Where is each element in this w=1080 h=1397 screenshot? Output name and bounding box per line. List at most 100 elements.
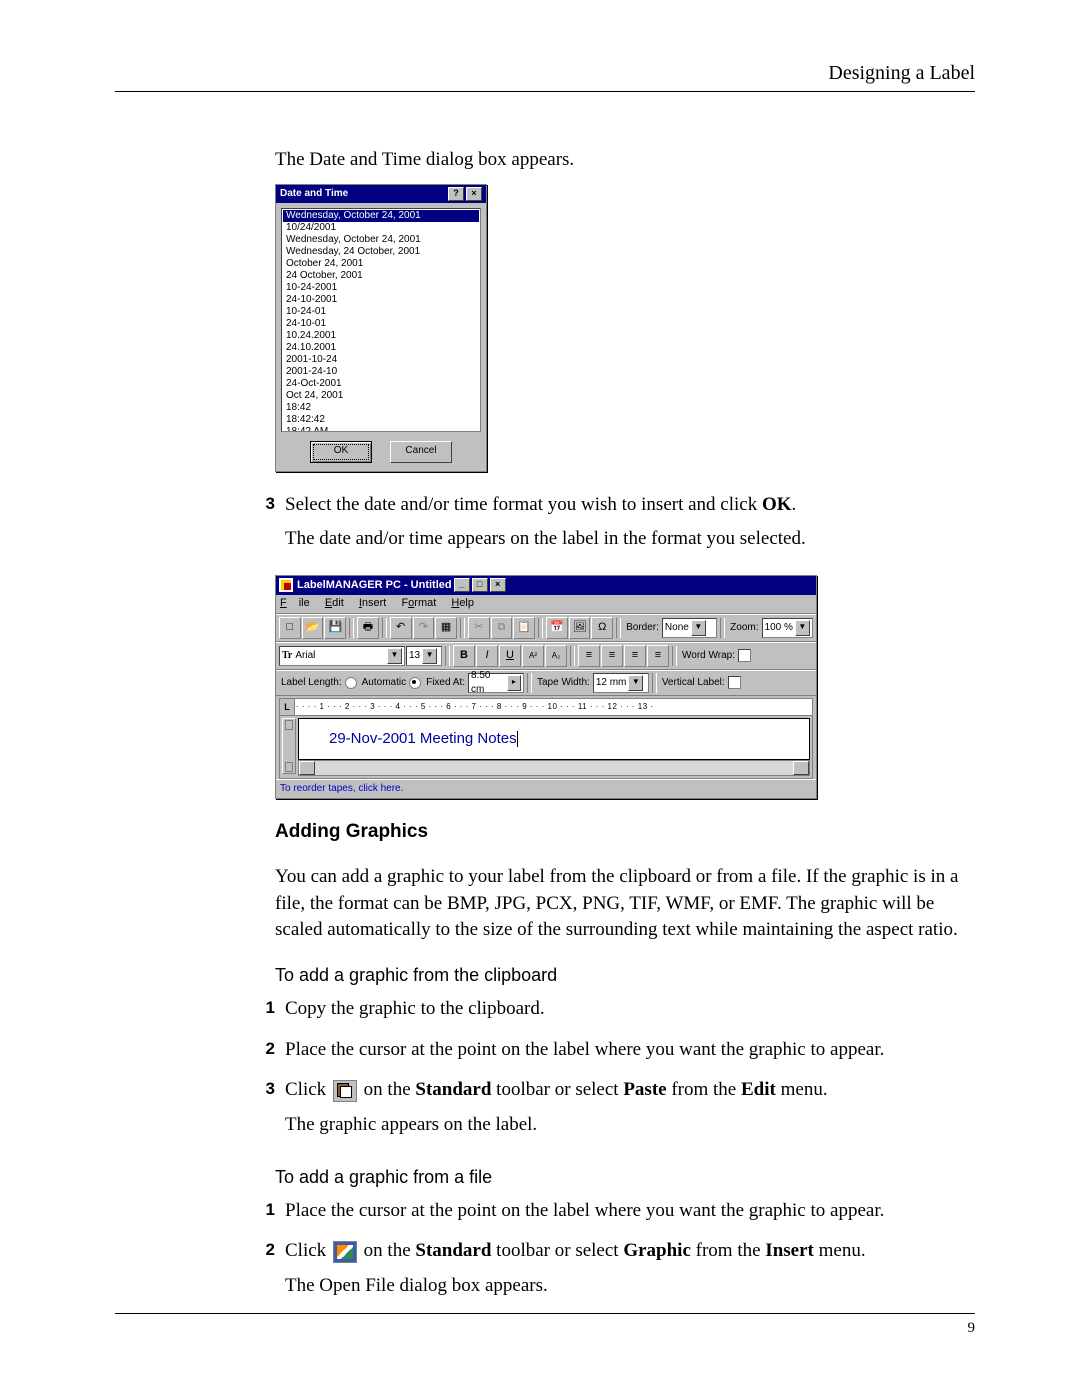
label-toolbar: Label Length: Automatic Fixed At: 8.50 c… bbox=[276, 670, 816, 696]
list-item[interactable]: 10-24-01 bbox=[283, 306, 479, 318]
vertical-label: Vertical Label: bbox=[660, 676, 727, 690]
list-item[interactable]: Wednesday, October 24, 2001 bbox=[283, 210, 479, 222]
italic-icon[interactable]: I bbox=[476, 645, 498, 667]
list-item[interactable]: Wednesday, October 24, 2001 bbox=[283, 234, 479, 246]
list-item[interactable]: 18:42 bbox=[283, 402, 479, 414]
section-para: You can add a graphic to your label from… bbox=[275, 864, 975, 944]
list-item[interactable]: 10/24/2001 bbox=[283, 222, 479, 234]
format-toolbar: TrArial▼ 13▼ B I U A² A₂ ≡ ≡ ≡ ≡ Word Wr… bbox=[276, 642, 816, 670]
list-item[interactable]: 2001-24-10 bbox=[283, 366, 479, 378]
paste-icon bbox=[333, 1080, 357, 1102]
close-icon[interactable]: × bbox=[466, 187, 482, 201]
horizontal-scrollbar[interactable] bbox=[298, 760, 810, 776]
menu-file[interactable]: File bbox=[280, 596, 310, 611]
step-2: 2 Place the cursor at the point on the l… bbox=[247, 1037, 975, 1072]
align-center-icon[interactable]: ≡ bbox=[601, 645, 623, 667]
list-item[interactable]: October 24, 2001 bbox=[283, 258, 479, 270]
superscript-icon[interactable]: A² bbox=[522, 645, 544, 667]
underline-icon[interactable]: U bbox=[499, 645, 521, 667]
section-heading: Adding Graphics bbox=[275, 819, 975, 846]
graphic-icon[interactable]: 🖼 bbox=[569, 617, 591, 639]
list-item[interactable]: Oct 24, 2001 bbox=[283, 390, 479, 402]
list-item[interactable]: 24-Oct-2001 bbox=[283, 378, 479, 390]
step-result: The date and/or time appears on the labe… bbox=[285, 526, 975, 553]
close-icon[interactable]: × bbox=[490, 578, 506, 592]
ruler-origin: L bbox=[280, 699, 295, 715]
align-left-icon[interactable]: ≡ bbox=[578, 645, 600, 667]
step-1: 1 Place the cursor at the point on the l… bbox=[247, 1198, 975, 1233]
new-icon[interactable]: □ bbox=[279, 617, 301, 639]
menu-help[interactable]: Help bbox=[451, 596, 474, 611]
font-combo[interactable]: TrArial▼ bbox=[279, 646, 405, 666]
label-canvas[interactable]: 29-Nov-2001 Meeting Notes bbox=[298, 718, 810, 760]
zoom-combo[interactable]: 100 %▼ bbox=[762, 618, 813, 638]
list-item[interactable]: 24.10.2001 bbox=[283, 342, 479, 354]
menu-edit[interactable]: Edit bbox=[325, 596, 344, 611]
ok-button[interactable]: OK bbox=[310, 441, 372, 463]
list-item[interactable]: Wednesday, 24 October, 2001 bbox=[283, 246, 479, 258]
menu-insert[interactable]: Insert bbox=[359, 596, 387, 611]
list-item[interactable]: 24-10-01 bbox=[283, 318, 479, 330]
fixed-radio[interactable] bbox=[409, 677, 421, 689]
list-item[interactable]: 2001-10-24 bbox=[283, 354, 479, 366]
label-area: 29-Nov-2001 Meeting Notes bbox=[279, 716, 813, 779]
cancel-button[interactable]: Cancel bbox=[390, 441, 452, 463]
list-item[interactable]: 24 October, 2001 bbox=[283, 270, 479, 282]
window-titlebar: LabelMANAGER PC - Untitled _ □ × bbox=[276, 576, 816, 595]
window-title: LabelMANAGER PC - Untitled bbox=[297, 578, 452, 593]
auto-radio[interactable] bbox=[345, 677, 357, 689]
format-listbox[interactable]: Wednesday, October 24, 2001 10/24/2001 W… bbox=[281, 208, 481, 432]
subscript-icon[interactable]: A₂ bbox=[545, 645, 567, 667]
cut-icon[interactable]: ✂ bbox=[468, 617, 490, 639]
step-1: 1 Copy the graphic to the clipboard. bbox=[247, 996, 975, 1031]
intro-text: The Date and Time dialog box appears. bbox=[275, 147, 975, 174]
step-3: 3 Select the date and/or time format you… bbox=[247, 492, 975, 561]
labelmanager-window: LabelMANAGER PC - Untitled _ □ × File Ed… bbox=[275, 575, 817, 799]
list-item[interactable]: 10-24-2001 bbox=[283, 282, 479, 294]
tool-icon[interactable]: ▦ bbox=[435, 617, 457, 639]
header-title: Designing a Label bbox=[828, 62, 975, 84]
symbol-icon[interactable]: Ω bbox=[591, 617, 613, 639]
date-time-dialog: Date and Time ? × Wednesday, October 24,… bbox=[275, 184, 487, 472]
undo-icon[interactable]: ↶ bbox=[390, 617, 412, 639]
help-icon[interactable]: ? bbox=[448, 187, 464, 201]
list-item[interactable]: 18:42 AM bbox=[283, 426, 479, 432]
step-2: 2 Click on the Standard toolbar or selec… bbox=[247, 1238, 975, 1307]
tapewidth-label: Tape Width: bbox=[535, 676, 592, 690]
size-combo[interactable]: 13▼ bbox=[406, 646, 442, 666]
ruler: L · · · · 1 · · · 2 · · · 3 · · · 4 · · … bbox=[279, 698, 813, 716]
list-item[interactable]: 24-10-2001 bbox=[283, 294, 479, 306]
zoom-label: Zoom: bbox=[728, 621, 760, 635]
print-icon[interactable]: 🖶 bbox=[357, 617, 379, 639]
save-icon[interactable]: 💾 bbox=[324, 617, 346, 639]
page-number: 9 bbox=[968, 1320, 976, 1336]
page-header: Designing a Label bbox=[115, 62, 975, 92]
vertical-slider[interactable] bbox=[282, 718, 296, 774]
paste-icon[interactable]: 📋 bbox=[513, 617, 535, 639]
open-icon[interactable]: 📂 bbox=[302, 617, 324, 639]
label-content: 29-Nov-2001 Meeting Notes bbox=[329, 728, 517, 749]
step-text: Select the date and/or time format you w… bbox=[285, 492, 975, 519]
border-combo[interactable]: None▼ bbox=[662, 618, 717, 638]
minimize-icon[interactable]: _ bbox=[454, 578, 470, 592]
step-3b: 3 Click on the Standard toolbar or selec… bbox=[247, 1077, 975, 1146]
menu-format[interactable]: Format bbox=[401, 596, 436, 611]
list-item[interactable]: 18:42:42 bbox=[283, 414, 479, 426]
copy-icon[interactable]: ⧉ bbox=[491, 617, 513, 639]
border-label: Border: bbox=[624, 621, 661, 635]
fixed-input[interactable]: 8.50 cm▸ bbox=[468, 673, 524, 693]
list-item[interactable]: 10.24.2001 bbox=[283, 330, 479, 342]
dialog-titlebar: Date and Time ? × bbox=[276, 185, 486, 203]
align-right-icon[interactable]: ≡ bbox=[624, 645, 646, 667]
date-icon[interactable]: 📅 bbox=[546, 617, 568, 639]
bold-icon[interactable]: B bbox=[453, 645, 475, 667]
wordwrap-label: Word Wrap: bbox=[680, 649, 737, 663]
tapewidth-combo[interactable]: 12 mm▼ bbox=[593, 673, 649, 693]
statusbar[interactable]: To reorder tapes, click here. bbox=[276, 779, 816, 798]
wordwrap-checkbox[interactable] bbox=[738, 649, 751, 662]
step-number: 3 bbox=[247, 492, 285, 561]
redo-icon[interactable]: ↷ bbox=[413, 617, 435, 639]
maximize-icon[interactable]: □ bbox=[472, 578, 488, 592]
vertical-checkbox[interactable] bbox=[728, 676, 741, 689]
align-justify-icon[interactable]: ≡ bbox=[647, 645, 669, 667]
